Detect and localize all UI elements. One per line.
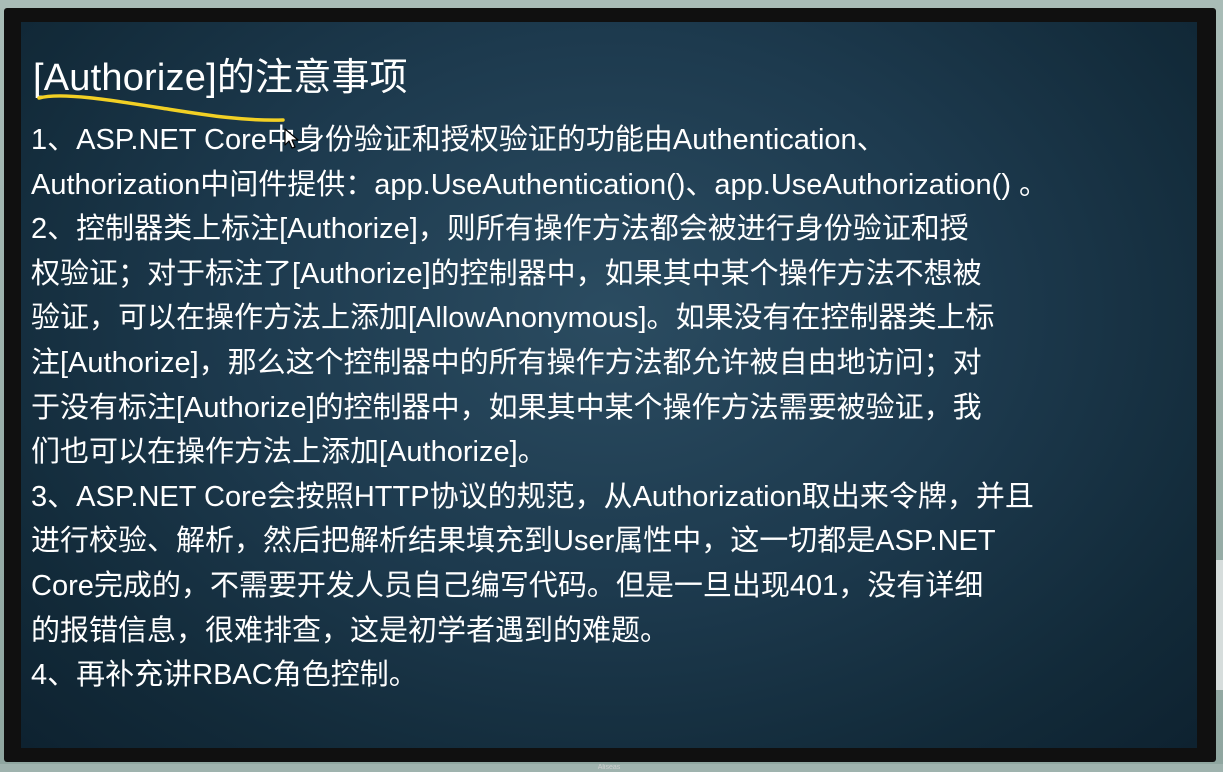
point-3: 3、ASP.NET Core会按照HTTP协议的规范，从Authorizatio… (31, 475, 1181, 653)
mouse-pointer-icon (284, 128, 299, 149)
point-3-line: 进行校验、解析，然后把解析结果填充到User属性中，这一切都是ASP.NET (31, 525, 996, 558)
point-2: 2、控制器类上标注[Authorize]，则所有操作方法都会被进行身份验证和授 … (31, 207, 1181, 475)
point-3-line: 的报错信息，很难排查，这是初学者遇到的难题。 (31, 614, 670, 647)
point-2-line: 2、控制器类上标注[Authorize]，则所有操作方法都会被进行身份验证和授 (31, 213, 969, 246)
point-2-line: 于没有标注[Authorize]的控制器中，如果其中某个操作方法需要被验证，我 (31, 391, 982, 424)
point-4: 4、再补充讲RBAC角色控制。 (31, 653, 1181, 698)
point-3-line: 3、ASP.NET Core会按照HTTP协议的规范，从Authorizatio… (31, 480, 1034, 513)
slide-title: [Authorize]的注意事项 (33, 57, 408, 99)
point-2-line: 注[Authorize]，那么这个控制器中的所有操作方法都允许被自由地访问；对 (31, 346, 982, 379)
point-4-line: 4、再补充讲RBAC角色控制。 (31, 659, 418, 692)
slide-body: 1、ASP.NET Core中身份验证和授权验证的功能由Authenticati… (31, 118, 1181, 698)
point-2-line: 们也可以在操作方法上添加[Authorize]。 (31, 436, 547, 469)
monitor-brand-label: Aliseas (597, 764, 621, 771)
point-1-line: 1、ASP.NET Core中身份验证和授权验证的功能由Authenticati… (31, 124, 886, 156)
desktop-background: [Authorize]的注意事项 1、ASP.NET Core中身份验证和授权验… (0, 0, 1223, 771)
point-2-line: 验证，可以在操作方法上添加[AllowAnonymous]。如果没有在控制器类上… (31, 302, 995, 335)
point-3-line: Core完成的，不需要开发人员自己编写代码。但是一旦出现401，没有详细 (31, 569, 984, 602)
presentation-slide: [Authorize]的注意事项 1、ASP.NET Core中身份验证和授权验… (21, 22, 1197, 748)
point-1-line: Authorization中间件提供：app.UseAuthentication… (31, 168, 1049, 201)
monitor-frame: [Authorize]的注意事项 1、ASP.NET Core中身份验证和授权验… (4, 8, 1216, 771)
point-1: 1、ASP.NET Core中身份验证和授权验证的功能由Authenticati… (31, 118, 1181, 207)
background-object (1216, 560, 1223, 690)
point-2-line: 权验证；对于标注了[Authorize]的控制器中，如果其中某个操作方法不想被 (31, 257, 982, 290)
